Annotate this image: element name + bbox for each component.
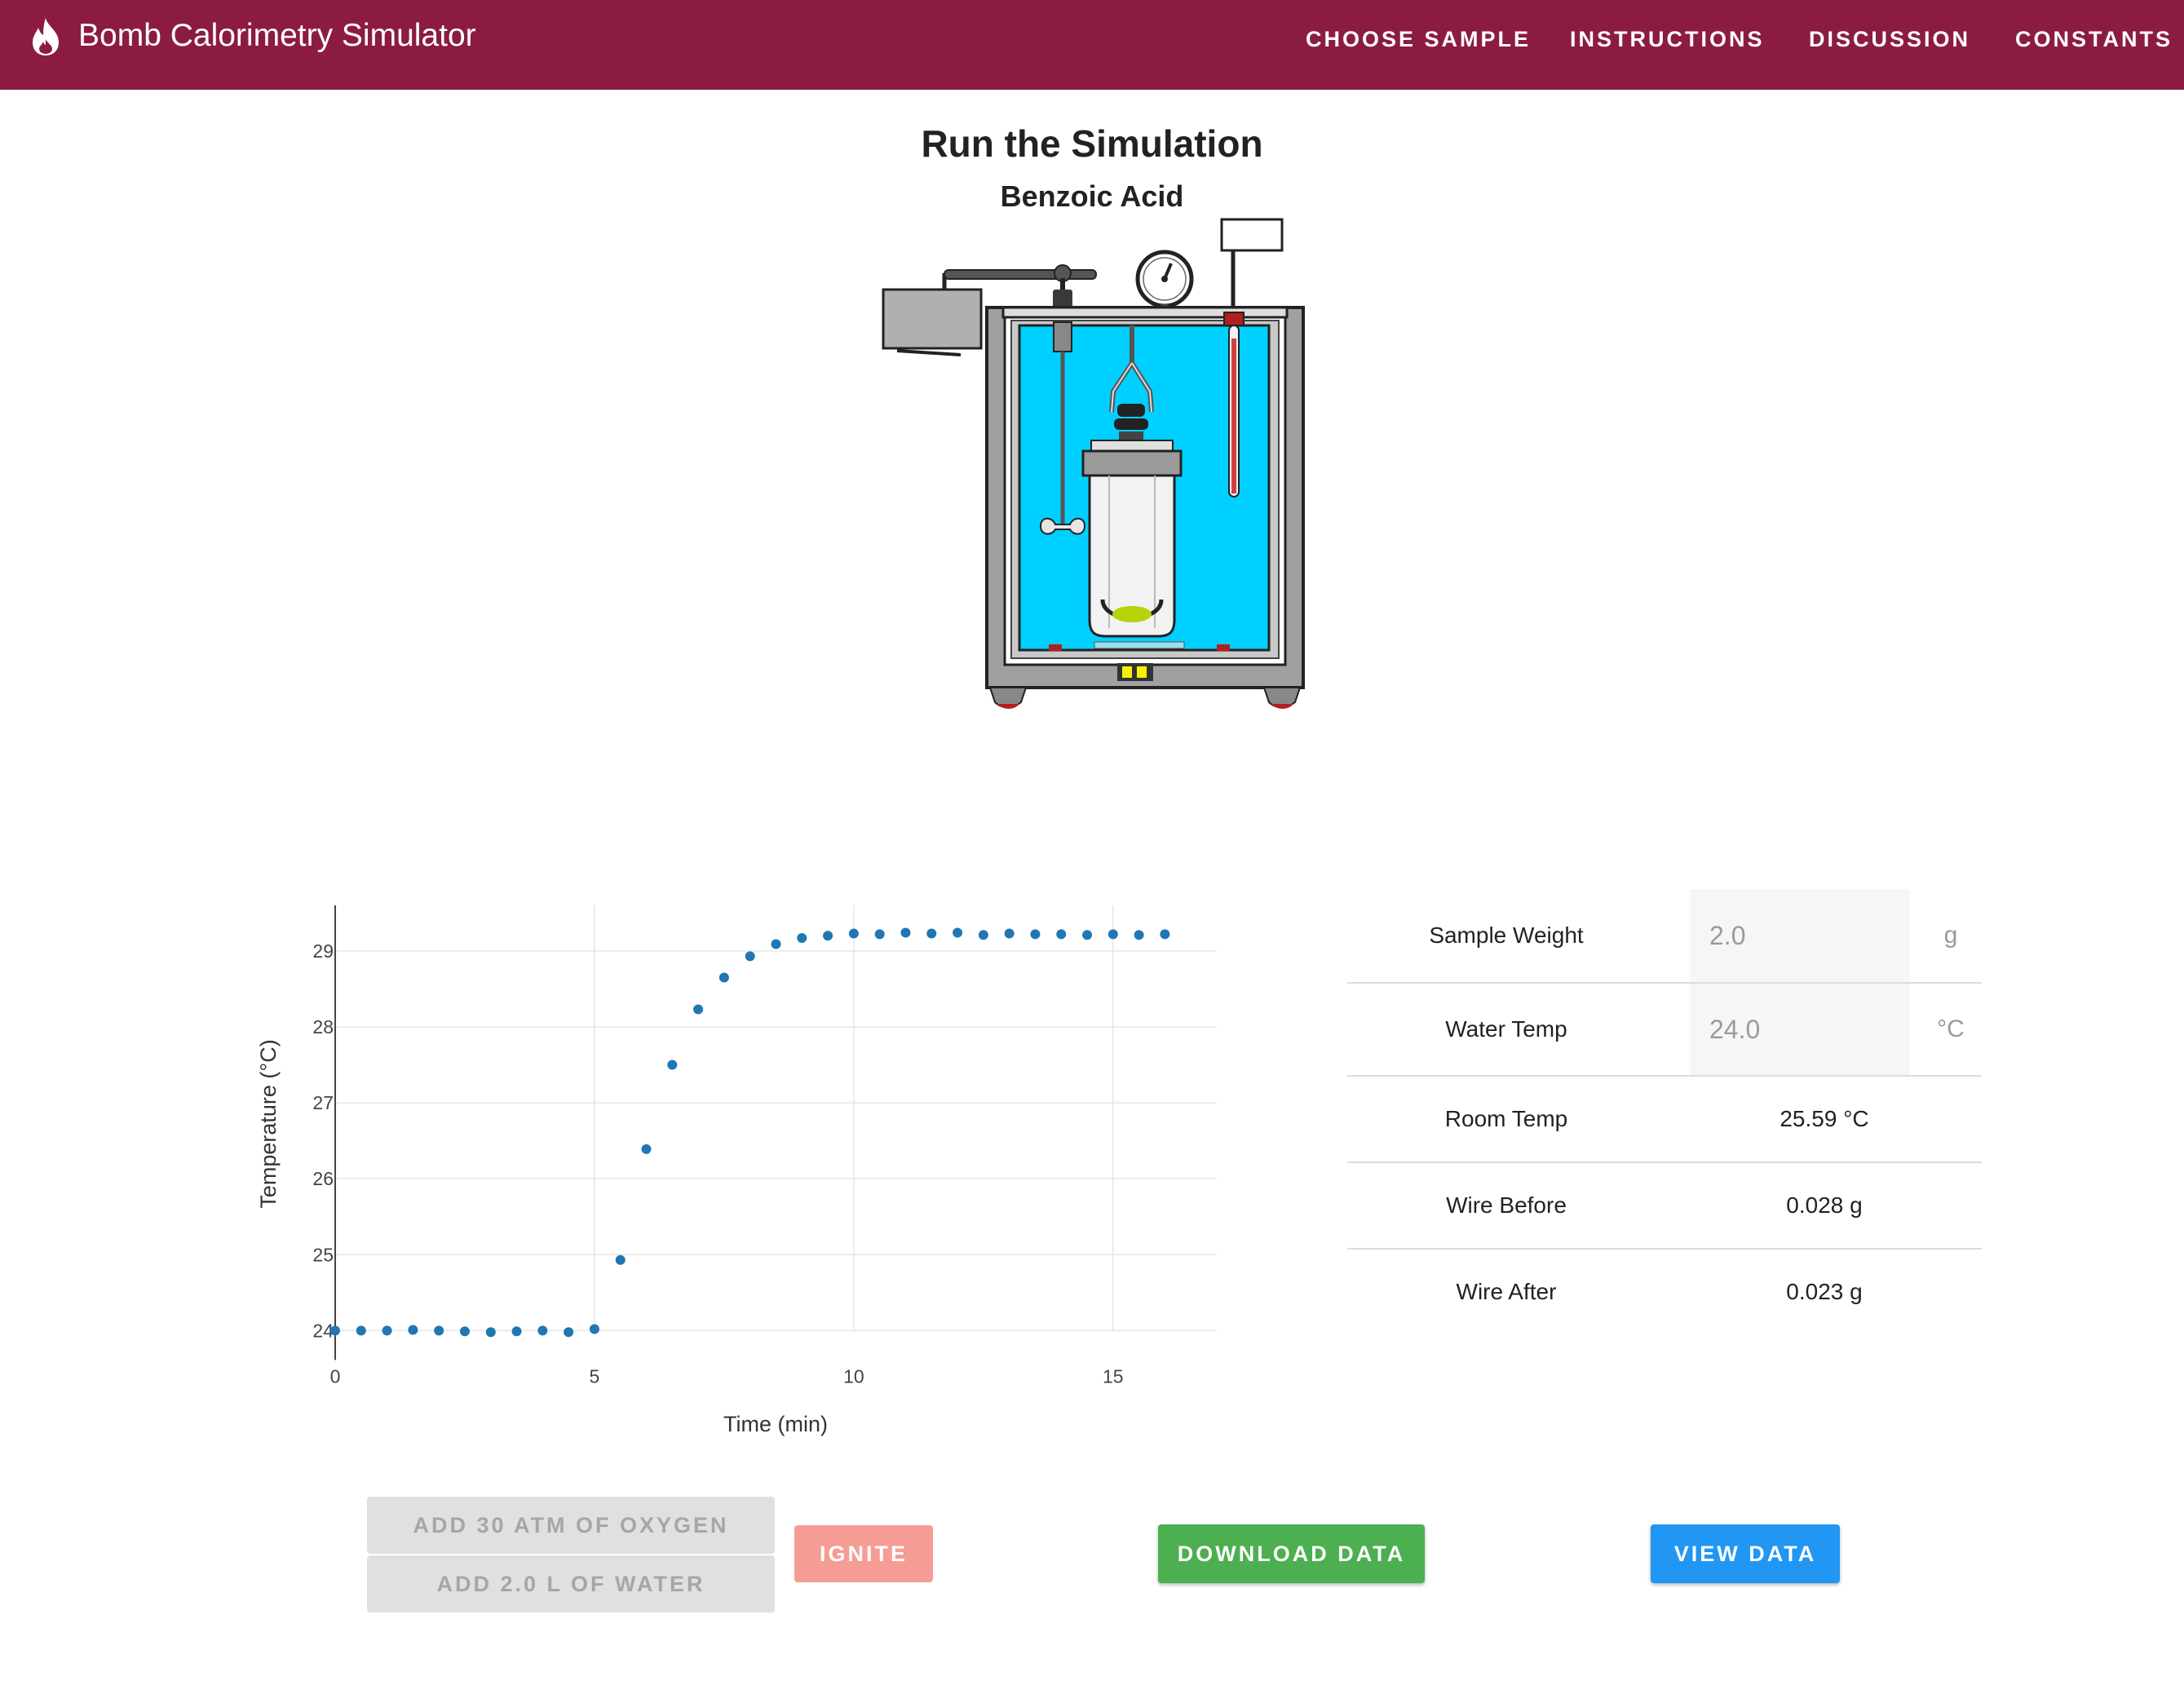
add-water-button[interactable]: ADD 2.0 L OF WATER <box>367 1555 775 1613</box>
data-point <box>330 1325 340 1336</box>
y-tick-label: 25 <box>312 1244 334 1265</box>
data-point <box>667 1060 678 1070</box>
data-point <box>615 1254 626 1265</box>
data-point <box>1160 929 1170 940</box>
sample-weight-label: Sample Weight <box>1429 922 1584 948</box>
data-point <box>797 933 807 944</box>
chart-ticks: 0 5 10 15242526272829 <box>312 940 1123 1387</box>
page-title: Run the Simulation <box>921 122 1263 165</box>
data-point <box>823 931 833 941</box>
room-temp-row: Room Temp 25.59 °C <box>1347 1077 1982 1163</box>
ignite-button[interactable]: IGNITE <box>794 1525 933 1582</box>
chart-points <box>330 927 1170 1338</box>
data-point <box>900 927 911 938</box>
data-point <box>1107 929 1118 940</box>
calorimeter-illustration <box>882 218 1305 709</box>
data-point <box>356 1325 366 1336</box>
chart-grid <box>335 905 1217 1332</box>
nav-instructions[interactable]: INSTRUCTIONS <box>1570 23 1765 55</box>
data-point <box>848 928 859 939</box>
temperature-chart: 0 5 10 15242526272829 Time (min) Temperatur… <box>256 905 1217 1436</box>
data-point <box>537 1325 548 1336</box>
wire-after-label: Wire After <box>1456 1279 1557 1304</box>
app-bar: Bomb Calorimetry Simulator CHOOSE SAMPLE… <box>0 0 2184 90</box>
data-point <box>459 1326 470 1337</box>
y-tick-label: 26 <box>312 1168 334 1189</box>
water-temp-row: Water Temp °C <box>1347 984 1982 1077</box>
data-point <box>874 929 885 940</box>
nav-discussion[interactable]: DISCUSSION <box>1809 23 1970 55</box>
wire-after-value: 0.023 g <box>1786 1279 1863 1304</box>
add-oxygen-button[interactable]: ADD 30 ATM OF OXYGEN <box>367 1497 775 1554</box>
data-point <box>693 1004 704 1015</box>
data-point <box>1082 930 1093 940</box>
room-temp-value: 25.59 °C <box>1779 1106 1869 1131</box>
data-point <box>382 1325 392 1336</box>
data-point <box>589 1324 599 1334</box>
water-temp-unit: °C <box>1937 1015 1965 1042</box>
flame-icon <box>33 18 59 55</box>
y-axis-label: Temperature (°C) <box>256 1039 281 1208</box>
download-data-button[interactable]: DOWNLOAD DATA <box>1158 1524 1425 1583</box>
wire-after-row: Wire After 0.023 g <box>1347 1250 1982 1334</box>
sample-weight-row: Sample Weight g <box>1347 889 1982 984</box>
x-tick-label: 10 <box>843 1365 864 1387</box>
sample-name: Benzoic Acid <box>1000 179 1184 213</box>
x-tick-label: 0 <box>330 1365 341 1387</box>
data-point <box>511 1326 522 1337</box>
sample-weight-input[interactable] <box>1690 889 1910 982</box>
data-point <box>1004 928 1015 939</box>
view-data-button[interactable]: VIEW DATA <box>1651 1524 1840 1583</box>
x-tick-label: 15 <box>1103 1365 1124 1387</box>
data-point <box>564 1327 574 1338</box>
y-tick-label: 27 <box>312 1092 334 1113</box>
wire-before-value: 0.028 g <box>1786 1192 1863 1218</box>
data-point <box>978 930 988 940</box>
water-temp-label: Water Temp <box>1445 1016 1567 1042</box>
nav-constants[interactable]: CONSTANTS <box>2015 23 2173 55</box>
water-temp-input[interactable] <box>1690 984 1910 1075</box>
data-point <box>926 928 937 939</box>
room-temp-label: Room Temp <box>1444 1106 1568 1131</box>
data-point <box>641 1144 652 1154</box>
wire-before-row: Wire Before 0.028 g <box>1347 1163 1982 1250</box>
data-point <box>745 951 755 962</box>
y-tick-label: 28 <box>312 1016 334 1037</box>
data-point <box>1134 930 1144 940</box>
y-tick-label: 29 <box>312 940 334 962</box>
parameters-table: Sample Weight g Water Temp °C Room Temp … <box>1347 889 1982 1334</box>
data-point <box>771 939 781 949</box>
sample-weight-unit: g <box>1943 922 1958 949</box>
data-point <box>485 1327 496 1338</box>
data-point <box>408 1325 418 1335</box>
nav-choose-sample[interactable]: CHOOSE SAMPLE <box>1306 23 1531 55</box>
app-title: Bomb Calorimetry Simulator <box>78 18 476 53</box>
data-point <box>434 1325 444 1336</box>
data-point <box>1030 929 1041 940</box>
data-point <box>718 972 729 983</box>
x-tick-label: 5 <box>590 1365 600 1387</box>
data-point <box>1056 929 1067 940</box>
wire-before-label: Wire Before <box>1446 1192 1567 1218</box>
x-axis-label: Time (min) <box>723 1412 828 1436</box>
data-point <box>953 927 963 938</box>
